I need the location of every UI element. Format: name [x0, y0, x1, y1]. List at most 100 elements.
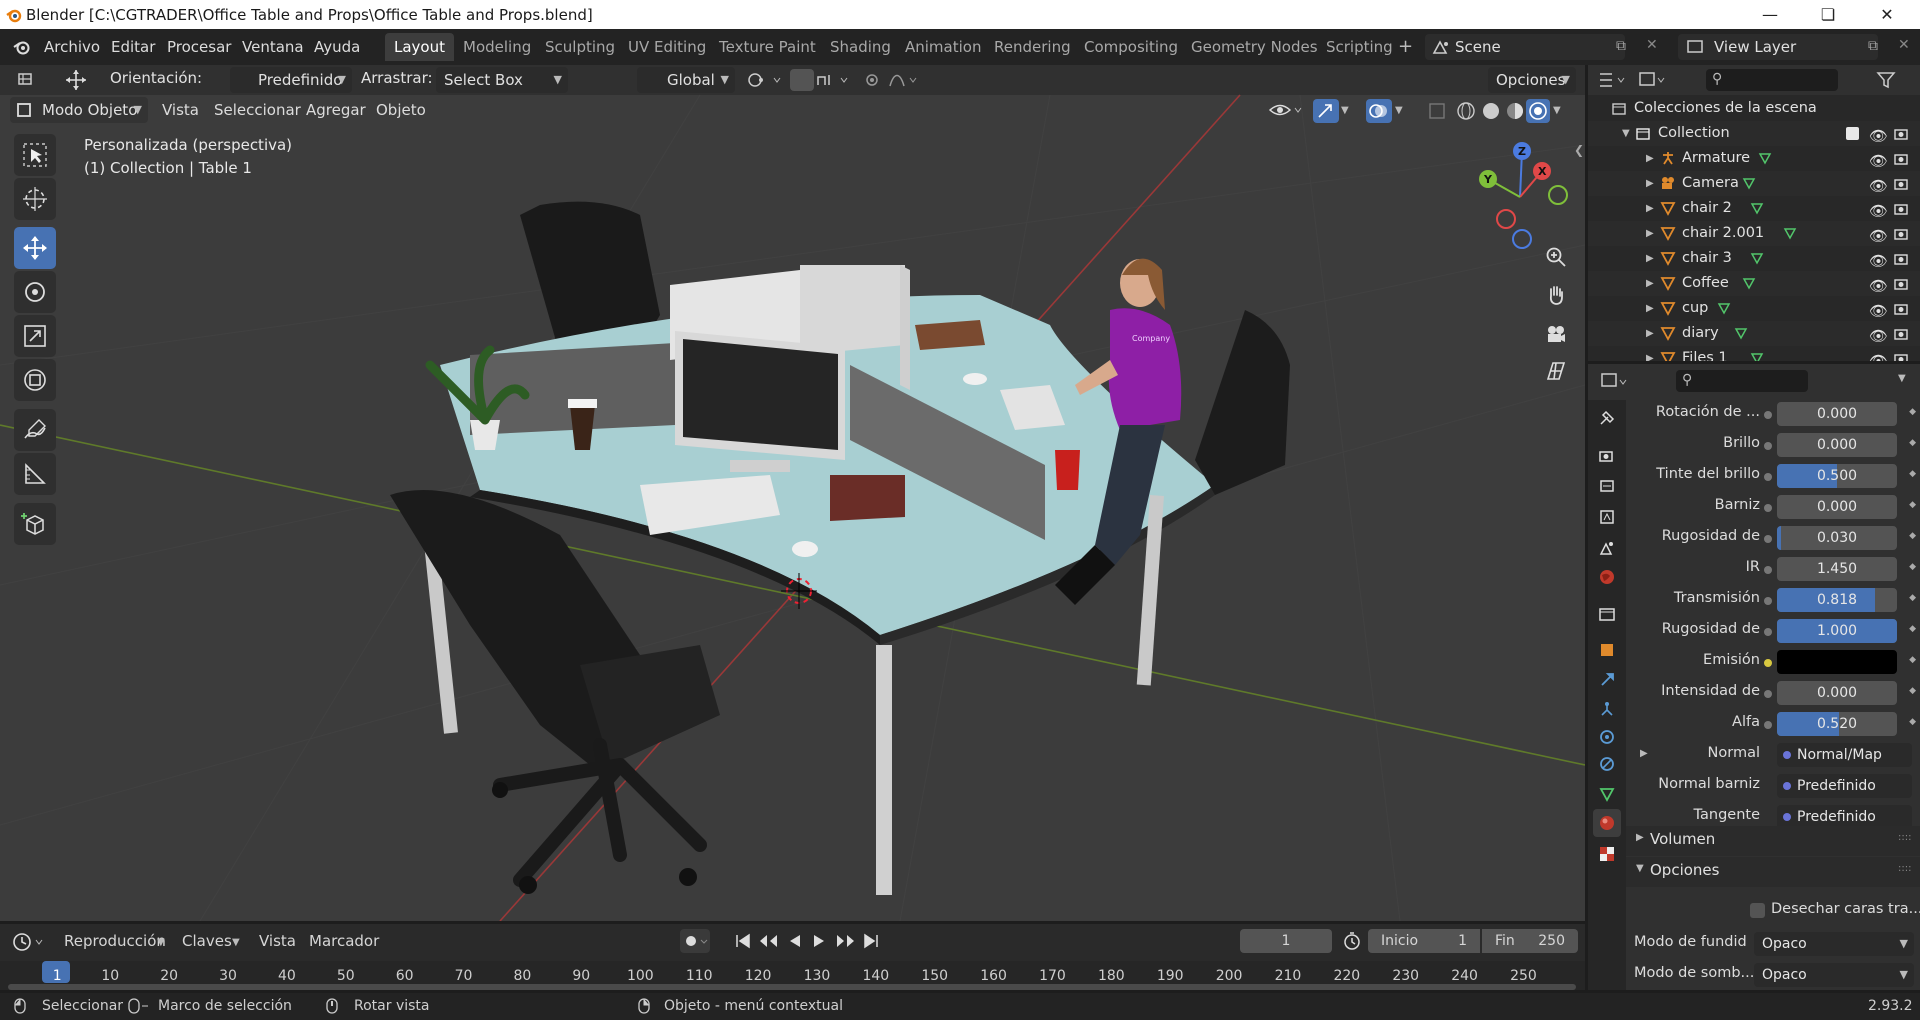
- navigation-gizmo[interactable]: Z X Y: [1470, 141, 1580, 251]
- tab-rendering[interactable]: Rendering: [985, 33, 1080, 61]
- keyframe-dot-icon[interactable]: ◆: [1909, 469, 1916, 479]
- socket-dot-icon[interactable]: [1764, 411, 1772, 419]
- add-cube-tool[interactable]: [14, 503, 56, 545]
- record-button[interactable]: [680, 929, 710, 953]
- options-panel-header[interactable]: ▼ Opciones ::::: [1626, 857, 1920, 887]
- outliner-item[interactable]: ▶ chair 3 👁: [1588, 246, 1920, 271]
- timeline-menu-vista[interactable]: Vista: [259, 932, 296, 950]
- keyframe-dot-icon[interactable]: ◆: [1909, 655, 1916, 665]
- backface-culling-checkbox[interactable]: Desechar caras tra...: [1750, 899, 1920, 923]
- outliner-collection[interactable]: ▼ Collection 👁: [1588, 121, 1920, 146]
- property-value-slider[interactable]: 0.000: [1777, 433, 1897, 457]
- shadow-mode-dropdown[interactable]: Opaco ▼: [1754, 963, 1914, 987]
- outliner-item[interactable]: ▶ diary 👁: [1588, 321, 1920, 346]
- tab-layout[interactable]: Layout: [385, 33, 454, 61]
- view-layer-tab-icon[interactable]: [1593, 503, 1621, 531]
- tab-animation[interactable]: Animation: [896, 33, 990, 61]
- measure-tool[interactable]: [14, 453, 56, 495]
- blender-menu-icon[interactable]: [12, 38, 32, 56]
- tool-tab-icon[interactable]: [1593, 404, 1621, 432]
- start-frame-field[interactable]: Inicio 1: [1368, 929, 1480, 953]
- menu-archivo[interactable]: Archivo: [44, 36, 100, 58]
- timeline-scrollbar[interactable]: [8, 984, 1576, 990]
- rotate-tool[interactable]: [14, 271, 56, 313]
- property-value-slider[interactable]: 1.000: [1777, 619, 1897, 643]
- outliner-item[interactable]: ▶ Camera 👁: [1588, 171, 1920, 196]
- property-value-slider[interactable]: 0.000: [1777, 681, 1897, 705]
- material-tab-icon[interactable]: [1593, 809, 1621, 837]
- property-value-slider[interactable]: 0.000: [1777, 402, 1897, 426]
- outliner-search-input[interactable]: ⚲: [1706, 69, 1838, 91]
- camera-view-icon[interactable]: [1540, 318, 1572, 350]
- socket-dot-icon[interactable]: [1764, 442, 1772, 450]
- tab-compositing[interactable]: Compositing: [1075, 33, 1187, 61]
- options-drag-handle-icon[interactable]: ::::: [1898, 863, 1911, 874]
- render-camera-icon[interactable]: [1894, 327, 1908, 341]
- expand-arrow-icon[interactable]: ▶: [1646, 196, 1654, 221]
- scene-tab-icon[interactable]: [1593, 534, 1621, 562]
- view-layer-copy-icon[interactable]: ⧉: [1868, 38, 1878, 54]
- render-camera-icon[interactable]: [1894, 202, 1908, 216]
- select-box-tool[interactable]: [14, 134, 56, 176]
- next-keyframe-icon[interactable]: [833, 931, 857, 951]
- property-value-slider[interactable]: 0.030: [1777, 526, 1897, 550]
- expand-arrow-icon[interactable]: ▶: [1646, 171, 1654, 196]
- pan-hand-icon[interactable]: [1540, 279, 1572, 311]
- scene-selector[interactable]: Scene: [1425, 34, 1625, 60]
- property-value-slider[interactable]: 1.450: [1777, 557, 1897, 581]
- filter-icon[interactable]: [1876, 70, 1906, 90]
- current-frame-field[interactable]: 1: [1240, 929, 1332, 953]
- annotate-tool[interactable]: [14, 409, 56, 451]
- collection-tab-icon[interactable]: [1593, 600, 1621, 628]
- play-icon[interactable]: [809, 931, 829, 951]
- object-tab-icon[interactable]: [1593, 636, 1621, 664]
- outliner-item[interactable]: ▶ chair 2 👁: [1588, 196, 1920, 221]
- tab-modeling[interactable]: Modeling: [454, 33, 540, 61]
- socket-dot-icon[interactable]: [1764, 597, 1772, 605]
- render-camera-icon[interactable]: [1894, 352, 1908, 361]
- timeline-editor-icon[interactable]: [12, 932, 48, 952]
- tab-geometry-nodes[interactable]: Geometry Nodes: [1182, 33, 1327, 61]
- socket-dot-icon[interactable]: [1764, 690, 1772, 698]
- render-camera-icon[interactable]: [1894, 177, 1908, 191]
- tab-uv-editing[interactable]: UV Editing: [619, 33, 715, 61]
- maximize-button[interactable]: ❏: [1805, 0, 1851, 29]
- constraints-tab-icon[interactable]: [1593, 750, 1621, 778]
- socket-dot-icon[interactable]: [1764, 659, 1772, 667]
- outliner-item[interactable]: ▶ cup 👁: [1588, 296, 1920, 321]
- render-camera-icon[interactable]: [1894, 302, 1908, 316]
- socket-dot-icon[interactable]: [1764, 504, 1772, 512]
- outliner-item[interactable]: ▶ Files 1 👁: [1588, 346, 1920, 361]
- collection-expand-icon[interactable]: ▼: [1622, 121, 1630, 146]
- tab-sculpting[interactable]: Sculpting: [536, 33, 624, 61]
- volume-drag-handle-icon[interactable]: ::::: [1898, 832, 1911, 843]
- 3d-viewport[interactable]: Orientación: Predefinido ▼ Arrastrar: Sel…: [0, 65, 1585, 921]
- move-tool[interactable]: [14, 227, 56, 269]
- render-tab-icon[interactable]: [1593, 442, 1621, 470]
- keyframe-dot-icon[interactable]: ◆: [1909, 407, 1916, 417]
- blend-mode-dropdown[interactable]: Opaco ▼: [1754, 932, 1914, 956]
- render-camera-icon[interactable]: [1894, 227, 1908, 241]
- add-workspace-icon[interactable]: +: [1398, 36, 1413, 57]
- outliner-scene-collection[interactable]: Colecciones de la escena: [1588, 96, 1920, 121]
- cursor-tool[interactable]: [14, 178, 56, 220]
- stopwatch-icon[interactable]: [1342, 931, 1362, 951]
- tab-scripting[interactable]: Scripting: [1317, 33, 1402, 61]
- render-camera-icon[interactable]: [1894, 127, 1908, 141]
- jump-start-icon[interactable]: [733, 931, 753, 951]
- socket-dot-icon[interactable]: [1764, 473, 1772, 481]
- texture-tab-icon[interactable]: [1593, 840, 1621, 868]
- keyframe-dot-icon[interactable]: ◆: [1909, 562, 1916, 572]
- tab-texture-paint[interactable]: Texture Paint: [710, 33, 825, 61]
- property-value-slider[interactable]: 0.520: [1777, 712, 1897, 736]
- keyframe-dot-icon[interactable]: ◆: [1909, 438, 1916, 448]
- volume-panel-header[interactable]: ▶ Volumen ::::: [1626, 826, 1920, 856]
- physics-tab-icon[interactable]: [1593, 723, 1621, 751]
- end-frame-field[interactable]: Fin 250: [1482, 929, 1578, 953]
- menu-editar[interactable]: Editar: [111, 36, 155, 58]
- close-button[interactable]: ✕: [1864, 0, 1910, 29]
- scene-copy-icon[interactable]: ⧉: [1616, 38, 1626, 54]
- outliner-item[interactable]: ▶ chair 2.001 👁: [1588, 221, 1920, 246]
- tab-shading[interactable]: Shading: [821, 33, 900, 61]
- jump-end-icon[interactable]: [861, 931, 881, 951]
